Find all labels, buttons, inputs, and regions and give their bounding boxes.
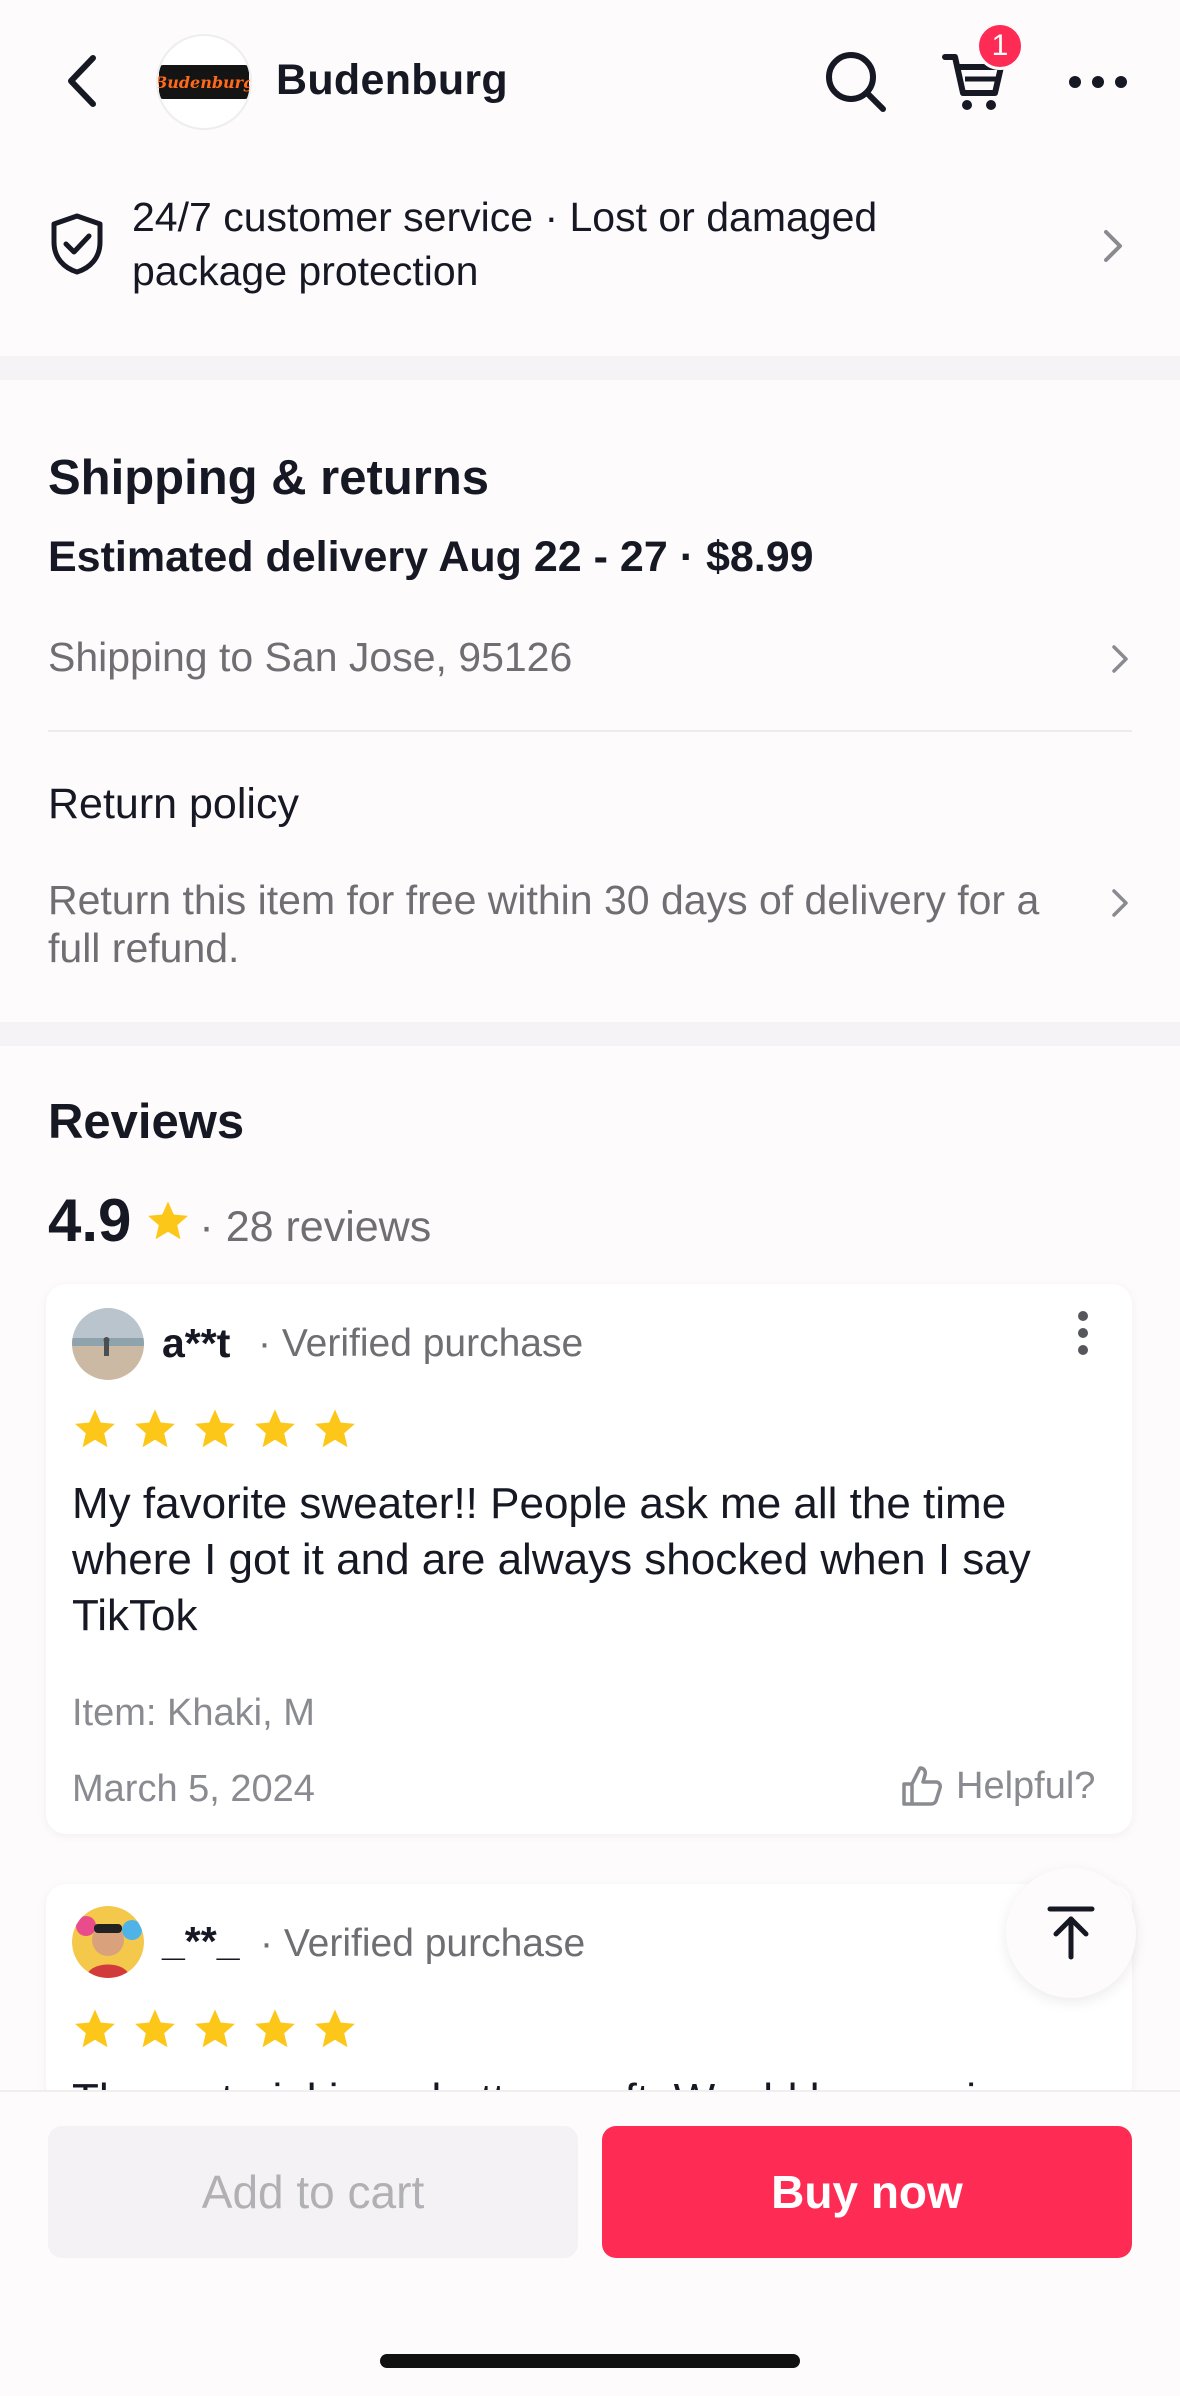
kebab-menu-icon[interactable] — [1068, 1310, 1098, 1356]
search-icon — [826, 52, 886, 112]
search-button[interactable] — [816, 42, 896, 122]
review-card — [46, 1884, 1132, 2104]
home-indicator[interactable] — [380, 2354, 800, 2368]
cart-count-badge: 1 — [976, 22, 1024, 70]
review-count: · 28 reviews — [199, 1203, 432, 1251]
verified-purchase-label: · Verified purchase — [260, 1922, 586, 1965]
estimated-delivery: Estimated delivery Aug 22 - 27 · $8.99 — [48, 533, 814, 581]
star-icon — [195, 1409, 235, 1448]
divider-line — [48, 730, 1132, 732]
shield-check-icon — [51, 213, 103, 275]
shop-logo-image: Budenburg — [156, 65, 252, 99]
avatar[interactable] — [72, 1308, 144, 1380]
review-text: My favorite sweater!! People ask me all … — [72, 1479, 1031, 1640]
back-arrow-icon — [68, 55, 96, 107]
back-button[interactable] — [48, 46, 118, 116]
shipping-section-title: Shipping & returns — [48, 451, 489, 505]
scroll-to-top-button[interactable] — [1006, 1868, 1136, 1998]
return-policy-text[interactable]: Return this item for free within 30 days… — [48, 876, 1048, 972]
verified-purchase-label: · Verified purchase — [258, 1322, 584, 1365]
more-options-button[interactable] — [1058, 42, 1138, 122]
reviewer-name: _**_ — [162, 1918, 240, 1964]
helpful-label: Helpful? — [956, 1764, 1096, 1807]
star-icon — [255, 2009, 295, 2048]
shop-logo[interactable]: Budenburg — [156, 34, 252, 130]
section-divider — [0, 1022, 1180, 1046]
reviews-section-title: Reviews — [48, 1095, 245, 1149]
section-divider — [0, 356, 1180, 380]
avatar-image — [72, 1906, 144, 1978]
return-policy-title: Return policy — [48, 780, 299, 828]
star-icon — [75, 1409, 115, 1448]
star-icon — [135, 1409, 175, 1448]
shop-logo-text: Budenburg — [156, 72, 252, 92]
avatar[interactable] — [72, 1906, 144, 1978]
rating-summary[interactable]: 4.9 · 28 reviews — [48, 1186, 431, 1255]
rating-value: 4.9 — [48, 1187, 132, 1254]
more-icon — [1069, 76, 1127, 88]
thumbs-up-icon — [902, 1766, 942, 1806]
add-to-cart-button[interactable]: Add to cart — [48, 2126, 578, 2258]
star-icon — [148, 1200, 189, 1239]
chevron-right-icon[interactable] — [1108, 886, 1132, 920]
chevron-right-icon[interactable] — [1108, 642, 1132, 676]
buy-now-button[interactable]: Buy now — [602, 2126, 1132, 2258]
review-item-variant: Item: Khaki, M — [72, 1692, 315, 1734]
star-icon — [315, 1409, 355, 1448]
helpful-button[interactable]: Helpful? — [898, 1762, 1095, 1810]
service-protection-text: 24/7 customer service · Lost or damaged … — [132, 194, 878, 294]
star-rating — [72, 1406, 358, 1452]
reviewer-name: a**t — [162, 1320, 231, 1366]
avatar-image — [72, 1308, 144, 1380]
shop-name[interactable]: Budenburg — [276, 56, 508, 105]
shipping-destination[interactable]: Shipping to San Jose, 95126 — [48, 634, 572, 681]
star-rating — [72, 2006, 358, 2052]
scroll-to-top-icon — [1047, 1906, 1095, 1960]
star-icon — [255, 1409, 295, 1448]
chevron-right-icon — [1104, 230, 1122, 262]
star-icon — [195, 2009, 235, 2048]
star-icon — [135, 2009, 175, 2048]
star-icon — [315, 2009, 355, 2048]
review-date: March 5, 2024 — [72, 1768, 315, 1810]
star-icon — [75, 2009, 115, 2048]
